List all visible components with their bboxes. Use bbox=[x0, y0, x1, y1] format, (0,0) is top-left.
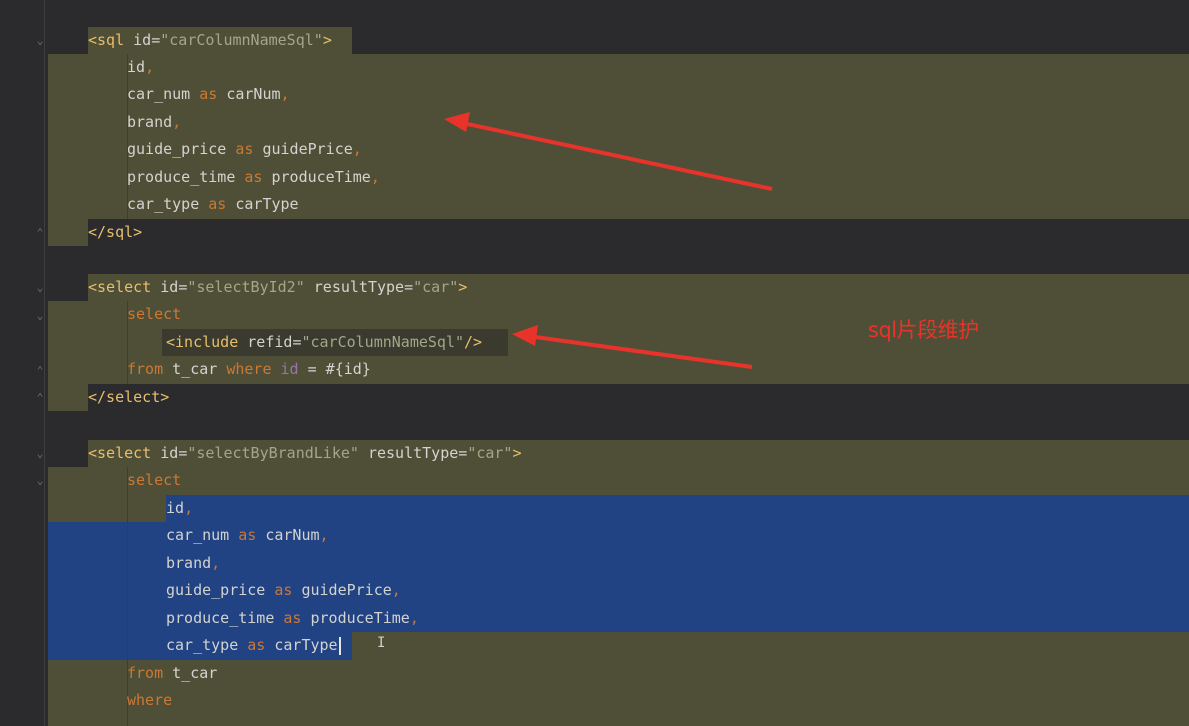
arrowhead-sql-block bbox=[444, 112, 470, 132]
arrow-to-sql-block bbox=[457, 120, 773, 191]
annotation-note: sql片段维护 bbox=[868, 318, 979, 342]
arrow-to-include bbox=[527, 334, 753, 369]
arrowhead-include bbox=[512, 325, 538, 346]
annotation-arrows bbox=[444, 112, 773, 369]
